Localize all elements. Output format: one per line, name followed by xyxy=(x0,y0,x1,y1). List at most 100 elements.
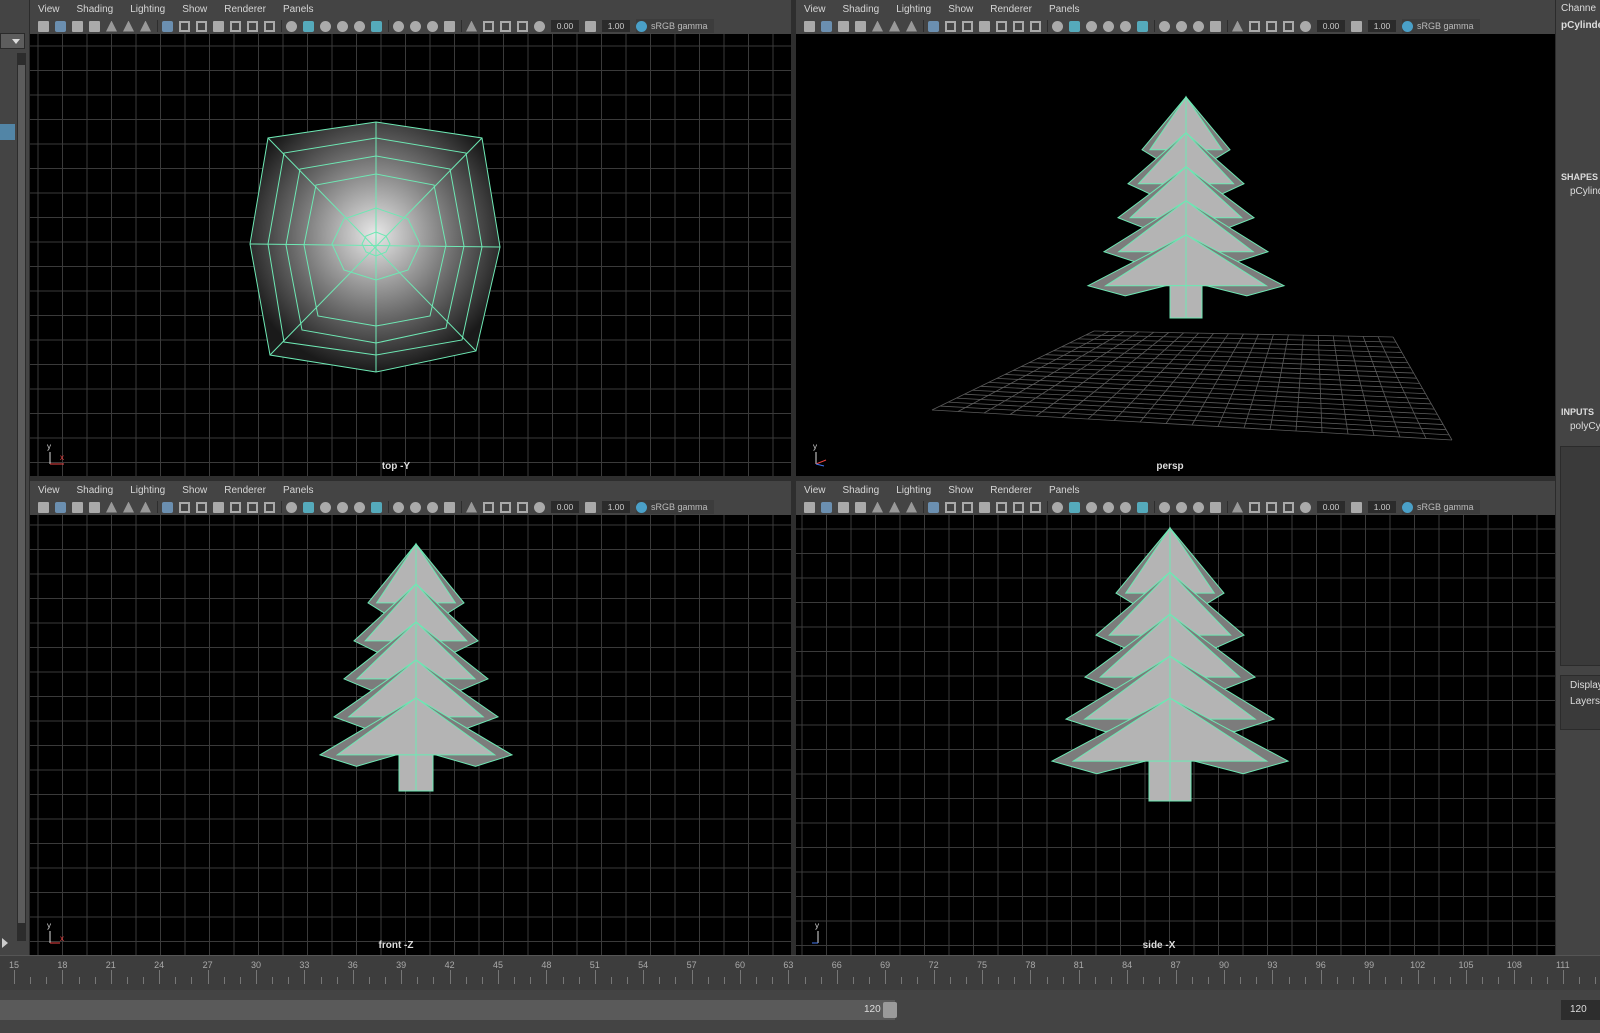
persp-view-canvas[interactable] xyxy=(796,34,1555,476)
bookmark-icon[interactable] xyxy=(838,501,849,513)
exposure-field[interactable]: 0.00 xyxy=(551,501,579,513)
spheres-icon[interactable] xyxy=(410,20,421,32)
scrollbar-thumb[interactable] xyxy=(18,65,25,923)
gamma-field[interactable]: 1.00 xyxy=(1368,501,1396,513)
tree-mesh[interactable] xyxy=(1050,526,1290,802)
exposure-field[interactable]: 0.00 xyxy=(1317,501,1345,513)
dof-icon[interactable] xyxy=(444,501,455,513)
gamma-field[interactable]: 1.00 xyxy=(602,20,630,32)
viewport-side[interactable]: y side -X xyxy=(796,515,1555,955)
spheres-icon[interactable] xyxy=(1176,20,1187,32)
shadows-icon[interactable] xyxy=(230,501,241,513)
xray-icon[interactable] xyxy=(1052,501,1063,513)
camera-attr-icon[interactable] xyxy=(55,501,66,513)
color-space-selector[interactable]: sRGB gamma xyxy=(636,500,714,514)
isolate-icon[interactable] xyxy=(1030,20,1041,32)
menu-lighting[interactable]: Lighting xyxy=(896,485,931,496)
display-tab[interactable]: Display xyxy=(1570,680,1600,691)
backface-icon[interactable] xyxy=(1086,501,1097,513)
object-name[interactable]: pCylinde xyxy=(1561,20,1600,31)
dof-icon[interactable] xyxy=(1210,501,1221,513)
aa-icon[interactable] xyxy=(371,20,382,32)
resolution-gate-icon[interactable] xyxy=(140,20,151,32)
ring-icon[interactable] xyxy=(1193,501,1204,513)
smooth-shade-icon[interactable] xyxy=(179,501,190,513)
range-slider-handle[interactable] xyxy=(883,1002,897,1018)
camera-icon[interactable] xyxy=(38,20,49,32)
frame-selected-icon[interactable] xyxy=(1266,501,1277,513)
wireframe-icon[interactable] xyxy=(162,501,173,513)
camera-attr-icon[interactable] xyxy=(55,20,66,32)
pan-zoom-icon[interactable] xyxy=(517,20,528,32)
lights-icon[interactable] xyxy=(979,501,990,513)
menu-lighting[interactable]: Lighting xyxy=(130,485,165,496)
camera-icon[interactable] xyxy=(804,501,815,513)
shadows-icon[interactable] xyxy=(996,20,1007,32)
select-icon[interactable] xyxy=(466,501,477,513)
frame-all-icon[interactable] xyxy=(1249,501,1260,513)
input-name[interactable]: polyCy xyxy=(1570,421,1600,432)
bookmark-icon[interactable] xyxy=(72,20,83,32)
sphere-icon[interactable] xyxy=(1159,501,1170,513)
gamma-icon[interactable] xyxy=(585,20,596,32)
menu-lighting[interactable]: Lighting xyxy=(896,4,931,15)
viewport-front[interactable]: yx front -Z xyxy=(30,515,791,955)
tree-mesh[interactable] xyxy=(318,542,514,792)
select-icon[interactable] xyxy=(1232,501,1243,513)
frame-selected-icon[interactable] xyxy=(1266,20,1277,32)
color-space-selector[interactable]: sRGB gamma xyxy=(1402,19,1480,33)
frame-all-icon[interactable] xyxy=(1249,20,1260,32)
bookmark-icon[interactable] xyxy=(838,20,849,32)
gamma-field[interactable]: 1.00 xyxy=(1368,20,1396,32)
motion-blur-icon[interactable] xyxy=(1120,501,1131,513)
pan-zoom-icon[interactable] xyxy=(1283,20,1294,32)
sphere-icon[interactable] xyxy=(1159,20,1170,32)
isolate-icon[interactable] xyxy=(264,501,275,513)
dof-icon[interactable] xyxy=(444,20,455,32)
ao-icon[interactable] xyxy=(1013,501,1024,513)
smooth-shade-icon[interactable] xyxy=(945,501,956,513)
sphere-icon[interactable] xyxy=(393,20,404,32)
image-plane-icon[interactable] xyxy=(855,20,866,32)
xray-joints-icon[interactable] xyxy=(303,501,314,513)
menu-panels[interactable]: Panels xyxy=(1049,485,1080,496)
aa-icon[interactable] xyxy=(1137,501,1148,513)
menu-renderer[interactable]: Renderer xyxy=(224,4,266,15)
textured-icon[interactable] xyxy=(196,501,207,513)
pan-zoom-icon[interactable] xyxy=(1283,501,1294,513)
spheres-icon[interactable] xyxy=(410,501,421,513)
spheres-icon[interactable] xyxy=(1176,501,1187,513)
viewport-persp[interactable]: y persp xyxy=(796,34,1555,476)
menu-show[interactable]: Show xyxy=(948,485,973,496)
end-frame-field[interactable]: 120 xyxy=(1561,1000,1600,1020)
image-plane-icon[interactable] xyxy=(89,20,100,32)
light-icon[interactable] xyxy=(1103,20,1114,32)
light-icon[interactable] xyxy=(337,20,348,32)
motion-blur-icon[interactable] xyxy=(1120,20,1131,32)
isolate-icon[interactable] xyxy=(264,20,275,32)
film-gate-icon[interactable] xyxy=(889,501,900,513)
textured-icon[interactable] xyxy=(962,501,973,513)
viewport-top[interactable]: yx top -Y xyxy=(30,34,791,476)
motion-blur-icon[interactable] xyxy=(354,20,365,32)
sphere-icon[interactable] xyxy=(393,501,404,513)
grid-toggle-icon[interactable] xyxy=(106,501,117,513)
backface-icon[interactable] xyxy=(320,20,331,32)
image-plane-icon[interactable] xyxy=(89,501,100,513)
wireframe-icon[interactable] xyxy=(928,20,939,32)
exposure-icon[interactable] xyxy=(1300,20,1311,32)
cylinder-top-mesh[interactable] xyxy=(249,121,501,373)
film-gate-icon[interactable] xyxy=(123,20,134,32)
menu-view[interactable]: View xyxy=(38,4,60,15)
textured-icon[interactable] xyxy=(196,20,207,32)
grid-toggle-icon[interactable] xyxy=(872,20,883,32)
ring-icon[interactable] xyxy=(427,501,438,513)
menu-panels[interactable]: Panels xyxy=(283,485,314,496)
film-gate-icon[interactable] xyxy=(123,501,134,513)
shape-name[interactable]: pCylind xyxy=(1570,186,1600,197)
expand-arrow-icon[interactable] xyxy=(2,938,8,948)
ao-icon[interactable] xyxy=(247,20,258,32)
film-gate-icon[interactable] xyxy=(889,20,900,32)
camera-icon[interactable] xyxy=(38,501,49,513)
ao-icon[interactable] xyxy=(247,501,258,513)
